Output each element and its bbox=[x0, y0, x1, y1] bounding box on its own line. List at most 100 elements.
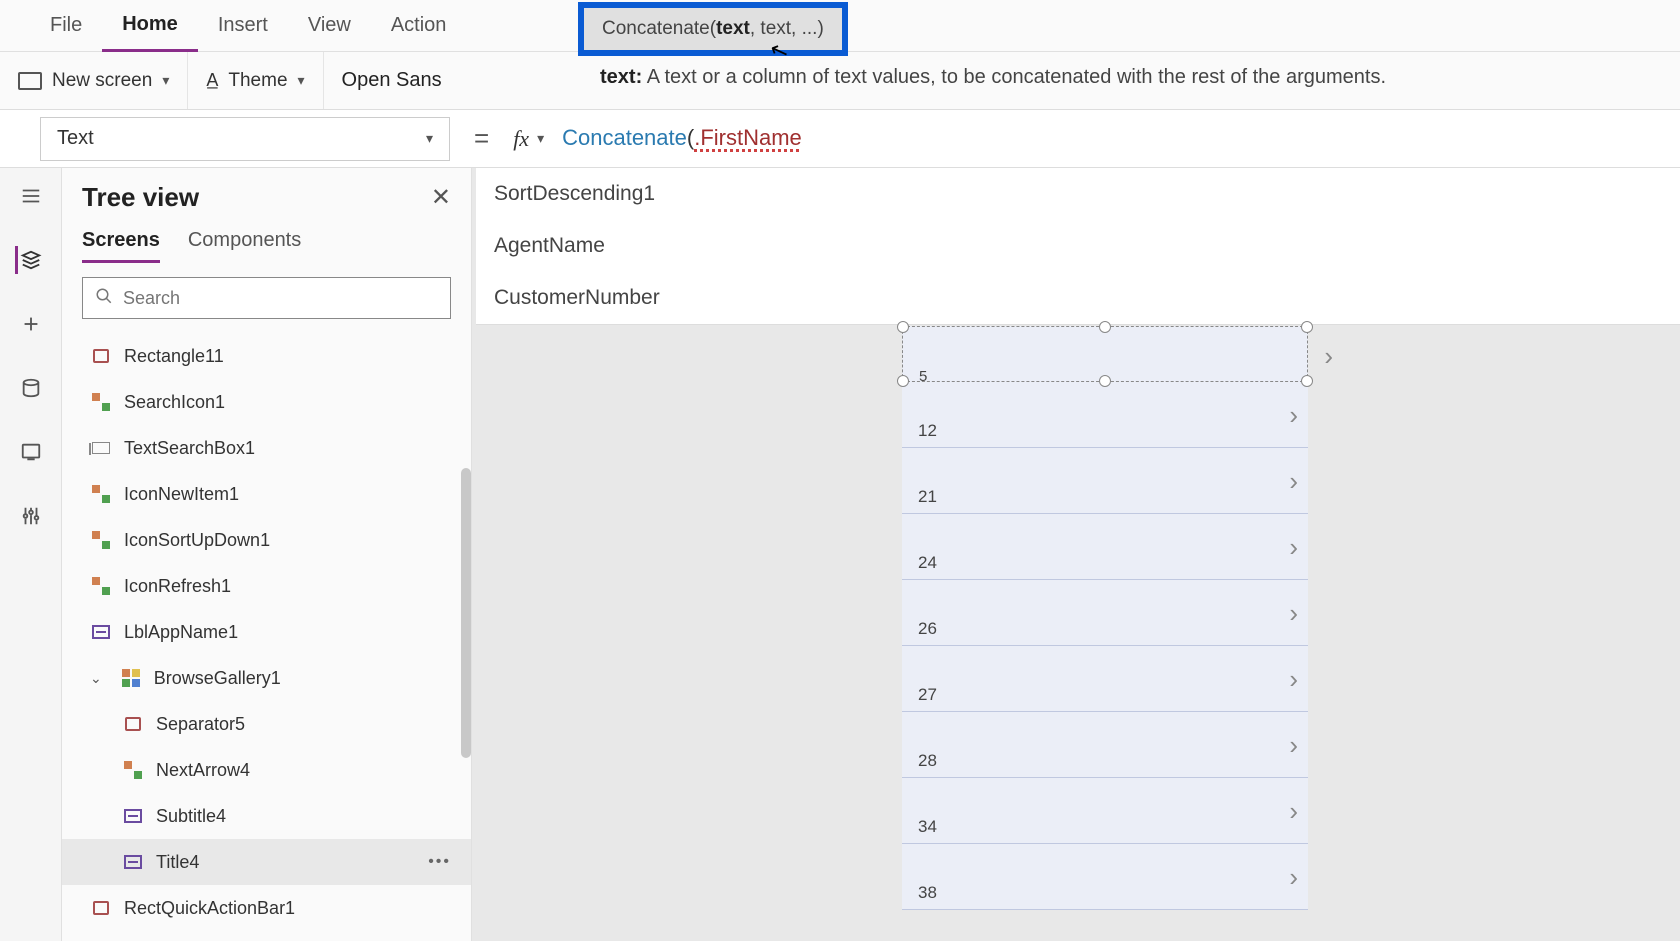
tree-panel: Tree view ✕ Screens Components Rectangle… bbox=[62, 168, 472, 941]
gallery-row[interactable]: 26 › bbox=[902, 580, 1308, 646]
tree-item-separator5[interactable]: Separator5 bbox=[62, 701, 471, 747]
formula-bar: Text ▾ = fx ▾ Concatenate(.FirstName bbox=[0, 110, 1680, 168]
tree-item-label: Subtitle4 bbox=[156, 806, 226, 827]
theme-button[interactable]: A̲ Theme ▾ bbox=[188, 52, 323, 109]
property-value: Text bbox=[57, 127, 94, 150]
left-rail bbox=[0, 168, 62, 941]
gallery-row[interactable]: 34 › bbox=[902, 778, 1308, 844]
row-value: 38 bbox=[918, 883, 937, 903]
chevron-down-icon: ▾ bbox=[298, 72, 305, 89]
tooltip-fn: Concatenate( bbox=[602, 18, 716, 39]
row-value: 27 bbox=[918, 685, 937, 705]
formula-input[interactable]: Concatenate(.FirstName bbox=[562, 125, 802, 152]
row-value: 12 bbox=[918, 421, 937, 441]
help-label: text: bbox=[600, 66, 642, 88]
tree-item-title4[interactable]: Title4••• bbox=[62, 839, 471, 885]
tree-item-iconrefresh1[interactable]: IconRefresh1 bbox=[62, 563, 471, 609]
menu-action[interactable]: Action bbox=[371, 0, 467, 52]
chevron-right-icon[interactable]: › bbox=[1324, 341, 1333, 372]
tab-screens[interactable]: Screens bbox=[82, 229, 160, 263]
font-selector[interactable]: Open Sans bbox=[324, 69, 460, 92]
search-input[interactable] bbox=[123, 288, 438, 309]
tree-item-label: NextArrow4 bbox=[156, 760, 250, 781]
tree-item-subtitle4[interactable]: Subtitle4 bbox=[62, 793, 471, 839]
formula-fn: Concatenate bbox=[562, 125, 687, 150]
tree-item-rectquickactionbar1[interactable]: RectQuickActionBar1 bbox=[62, 885, 471, 931]
help-desc: A text or a column of text values, to be… bbox=[642, 66, 1386, 88]
row-value: 28 bbox=[918, 751, 937, 771]
resize-handle[interactable] bbox=[1301, 321, 1313, 333]
tree-item-label: Rectangle11 bbox=[124, 346, 224, 367]
chevron-right-icon[interactable]: › bbox=[1289, 730, 1298, 761]
new-screen-label: New screen bbox=[52, 70, 152, 92]
data-icon[interactable] bbox=[17, 374, 45, 402]
gallery-row[interactable]: 28 › bbox=[902, 712, 1308, 778]
tree-item-label: IconSortUpDown1 bbox=[124, 530, 270, 551]
row-value: 24 bbox=[918, 553, 937, 573]
chevron-down-icon[interactable]: ⌄ bbox=[90, 670, 102, 687]
tree-search[interactable] bbox=[82, 277, 451, 319]
chevron-right-icon[interactable]: › bbox=[1289, 598, 1298, 629]
tree-item-browsegallery1[interactable]: ⌄ BrowseGallery1 bbox=[62, 655, 471, 701]
tooltip-rest: , text, ...) bbox=[750, 18, 824, 39]
scrollbar[interactable] bbox=[461, 468, 471, 758]
gallery-row[interactable]: 24 › bbox=[902, 514, 1308, 580]
theme-icon: A̲ bbox=[206, 70, 218, 91]
chevron-right-icon[interactable]: › bbox=[1289, 862, 1298, 893]
selected-control[interactable]: › 5 bbox=[902, 326, 1308, 382]
autocomplete-list: SortDescending1AgentNameCustomerNumber bbox=[476, 168, 1680, 325]
tree-item-label: SearchIcon1 bbox=[124, 392, 225, 413]
gallery-row[interactable]: 12 › bbox=[902, 382, 1308, 448]
search-icon bbox=[95, 287, 113, 310]
chevron-down-icon[interactable]: ▾ bbox=[537, 130, 544, 147]
row-value: 26 bbox=[918, 619, 937, 639]
tree-item-label: BrowseGallery1 bbox=[154, 668, 281, 689]
fx-icon[interactable]: fx bbox=[513, 126, 537, 152]
chevron-right-icon[interactable]: › bbox=[1289, 400, 1298, 431]
suggestion-agentname[interactable]: AgentName bbox=[476, 220, 1680, 272]
chevron-right-icon[interactable]: › bbox=[1289, 466, 1298, 497]
tree-item-iconsortupdown1[interactable]: IconSortUpDown1 bbox=[62, 517, 471, 563]
tree-item-rectangle11[interactable]: Rectangle11 bbox=[62, 333, 471, 379]
menu-view[interactable]: View bbox=[288, 0, 371, 52]
tree-item-iconnewitem1[interactable]: IconNewItem1 bbox=[62, 471, 471, 517]
chevron-right-icon[interactable]: › bbox=[1289, 532, 1298, 563]
gallery-row[interactable]: 21› bbox=[902, 448, 1308, 514]
menu-home[interactable]: Home bbox=[102, 0, 198, 52]
media-icon[interactable] bbox=[17, 438, 45, 466]
tree-list: Rectangle11SearchIcon1TextSearchBox1Icon… bbox=[62, 333, 471, 941]
property-selector[interactable]: Text ▾ bbox=[40, 117, 450, 161]
menu-insert[interactable]: Insert bbox=[198, 0, 288, 52]
resize-handle[interactable] bbox=[1099, 321, 1111, 333]
more-icon[interactable]: ••• bbox=[428, 853, 451, 871]
menu-file[interactable]: File bbox=[30, 0, 102, 52]
new-screen-button[interactable]: New screen ▾ bbox=[0, 52, 188, 109]
row-value: 34 bbox=[918, 817, 937, 837]
tree-item-label: IconRefresh1 bbox=[124, 576, 231, 597]
canvas[interactable]: SortDescending1AgentNameCustomerNumber ›… bbox=[472, 168, 1680, 941]
gallery-preview: › 5 12›21›24›26›27›28›34›38› bbox=[902, 326, 1308, 910]
tree-view-icon[interactable] bbox=[15, 246, 43, 274]
tree-item-nextarrow4[interactable]: NextArrow4 bbox=[62, 747, 471, 793]
hamburger-icon[interactable] bbox=[17, 182, 45, 210]
suggestion-customernumber[interactable]: CustomerNumber bbox=[476, 272, 1680, 324]
screen-icon bbox=[18, 72, 42, 90]
error-underline-icon bbox=[694, 149, 802, 152]
chevron-right-icon[interactable]: › bbox=[1289, 664, 1298, 695]
chevron-down-icon: ▾ bbox=[162, 72, 169, 89]
tree-item-lblappname1[interactable]: LblAppName1 bbox=[62, 609, 471, 655]
gallery-row[interactable]: 27 › bbox=[902, 646, 1308, 712]
equals-sign: = bbox=[450, 123, 513, 154]
insert-icon[interactable] bbox=[17, 310, 45, 338]
suggestion-sortdescending1[interactable]: SortDescending1 bbox=[476, 168, 1680, 220]
tree-item-textsearchbox1[interactable]: TextSearchBox1 bbox=[62, 425, 471, 471]
tools-icon[interactable] bbox=[17, 502, 45, 530]
close-icon[interactable]: ✕ bbox=[431, 183, 451, 212]
resize-handle[interactable] bbox=[897, 321, 909, 333]
tree-item-searchicon1[interactable]: SearchIcon1 bbox=[62, 379, 471, 425]
gallery-row[interactable]: 38 › bbox=[902, 844, 1308, 910]
tree-title: Tree view bbox=[82, 182, 199, 213]
tree-item-label: Separator5 bbox=[156, 714, 245, 735]
tab-components[interactable]: Components bbox=[188, 229, 301, 263]
chevron-right-icon[interactable]: › bbox=[1289, 796, 1298, 827]
